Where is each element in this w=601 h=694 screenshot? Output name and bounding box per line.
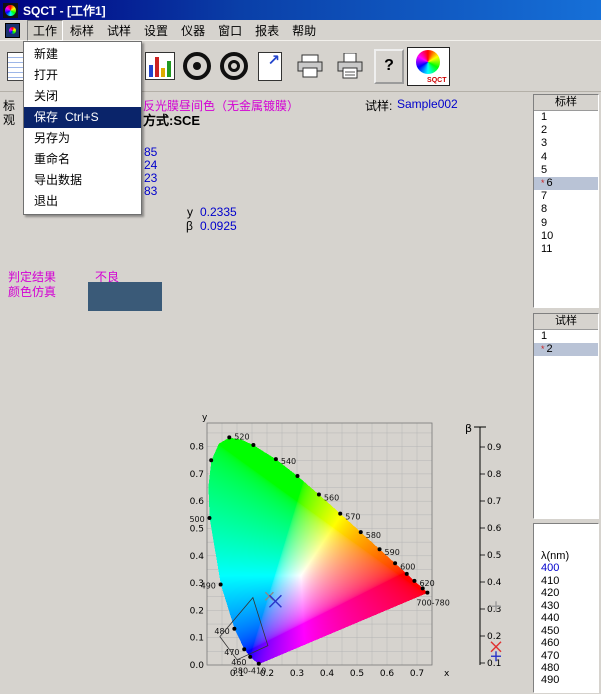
window-title: SQCT - [工作1]	[23, 2, 106, 19]
standard-list-item[interactable]: 4	[534, 151, 598, 164]
sample-list-item-selected[interactable]: *2	[534, 343, 598, 356]
wavelength-listbox: λ(nm) 400 410 420 430 440 450 460 470 48…	[533, 523, 599, 693]
menu-open[interactable]: 打开	[24, 65, 141, 86]
menu-new[interactable]: 新建	[24, 44, 141, 65]
print-preview-icon	[336, 53, 364, 79]
wavelength-item[interactable]: 470	[534, 650, 598, 662]
menu-export-data[interactable]: 导出数据	[24, 170, 141, 191]
menu-item-standard[interactable]: 标样	[64, 20, 100, 41]
wavelength-item[interactable]: 420	[534, 587, 598, 599]
menu-item-sample[interactable]: 试样	[101, 20, 137, 41]
titlebar: SQCT - [工作1]	[0, 0, 601, 20]
standard-list-item[interactable]: 9	[534, 217, 598, 230]
app-window: { "window": { "title": "SQCT - [工作1]" },…	[0, 0, 601, 694]
menu-item-window[interactable]: 窗口	[212, 20, 248, 41]
bar-chart-icon	[145, 52, 175, 80]
print-button[interactable]	[292, 47, 328, 85]
wavelength-item[interactable]: 410	[534, 575, 598, 587]
sqct-logo-icon: SQCT	[407, 47, 450, 86]
help-button[interactable]: ?	[374, 47, 404, 85]
app-icon	[3, 3, 18, 18]
sample-list-item[interactable]: 1	[534, 330, 598, 343]
standard-list-item[interactable]: 8	[534, 203, 598, 216]
standard-list-item[interactable]: 3	[534, 137, 598, 150]
measurement-mode: 方式:SCE	[143, 110, 200, 129]
measure-button[interactable]	[180, 47, 214, 85]
export-report-button[interactable]: ↗	[253, 47, 287, 85]
value-fragment: 23	[144, 171, 157, 185]
selected-marker-icon: *	[541, 178, 545, 188]
chromaticity-chart	[183, 413, 518, 685]
color-simulation-swatch	[88, 282, 162, 311]
sample-name-value: Sample002	[397, 97, 458, 111]
selected-marker-icon: *	[541, 344, 545, 354]
printer-icon	[296, 54, 324, 78]
menu-item-report[interactable]: 报表	[249, 20, 285, 41]
color-simulation-label: 颜色仿真	[8, 283, 56, 300]
beta-label: β	[186, 219, 193, 233]
export-document-icon: ↗	[258, 52, 282, 81]
ring-icon	[220, 52, 248, 80]
menu-rename[interactable]: 重命名	[24, 149, 141, 170]
menu-save-as[interactable]: 另存为	[24, 128, 141, 149]
wavelength-item[interactable]: 490	[534, 674, 598, 686]
work-menu-dropdown: 新建 打开 关闭 保存Ctrl+S 另存为 重命名 导出数据 退出	[23, 41, 142, 215]
document-window-icon[interactable]	[5, 23, 20, 38]
standard-list-item[interactable]: 1	[534, 111, 598, 124]
standard-list-item-selected[interactable]: *6	[534, 177, 598, 190]
observer-label-fragment: 观	[3, 111, 15, 128]
sample-listbox: 试样 1 *2	[533, 313, 599, 519]
menu-item-help[interactable]: 帮助	[286, 20, 322, 41]
sample-name-label: 试样:	[365, 97, 392, 114]
y-value: 0.2335	[200, 205, 237, 219]
y-label: y	[187, 205, 193, 219]
value-fragment: 85	[144, 145, 157, 159]
color-data-button[interactable]	[143, 47, 177, 85]
standard-list-item[interactable]: 2	[534, 124, 598, 137]
menu-item-instrument[interactable]: 仪器	[175, 20, 211, 41]
wavelength-item[interactable]: 480	[534, 662, 598, 674]
standard-list-item[interactable]: 11	[534, 243, 598, 256]
menu-save[interactable]: 保存Ctrl+S	[24, 107, 141, 128]
wavelength-item[interactable]: 430	[534, 600, 598, 612]
question-mark-icon: ?	[374, 49, 404, 84]
menu-close[interactable]: 关闭	[24, 86, 141, 107]
wavelength-list-header: λ(nm)	[534, 550, 598, 562]
target-icon	[183, 52, 211, 80]
standard-list-item[interactable]: 10	[534, 230, 598, 243]
wavelength-item[interactable]: 450	[534, 625, 598, 637]
sample-list-header: 试样	[534, 314, 598, 330]
standard-listbox: 标样 1 2 3 4 5 *6 7 8 9 10 11	[533, 94, 599, 308]
standard-list-item[interactable]: 7	[534, 190, 598, 203]
wavelength-item[interactable]: 460	[534, 637, 598, 649]
sqct-logo-button[interactable]: SQCT	[406, 47, 450, 85]
standard-list-header: 标样	[534, 95, 598, 111]
menu-item-settings[interactable]: 设置	[138, 20, 174, 41]
beta-value: 0.0925	[200, 219, 237, 233]
calibrate-button[interactable]	[217, 47, 251, 85]
menu-exit[interactable]: 退出	[24, 191, 141, 212]
value-fragment: 83	[144, 184, 157, 198]
menubar: 工作 标样 试样 设置 仪器 窗口 报表 帮助	[0, 20, 601, 41]
wavelength-item-active[interactable]: 400	[534, 562, 598, 574]
value-fragment: 24	[144, 158, 157, 172]
menu-item-work[interactable]: 工作	[27, 20, 63, 41]
print-preview-button[interactable]	[332, 47, 368, 85]
wavelength-item[interactable]: 440	[534, 612, 598, 624]
standard-list-item[interactable]: 5	[534, 164, 598, 177]
